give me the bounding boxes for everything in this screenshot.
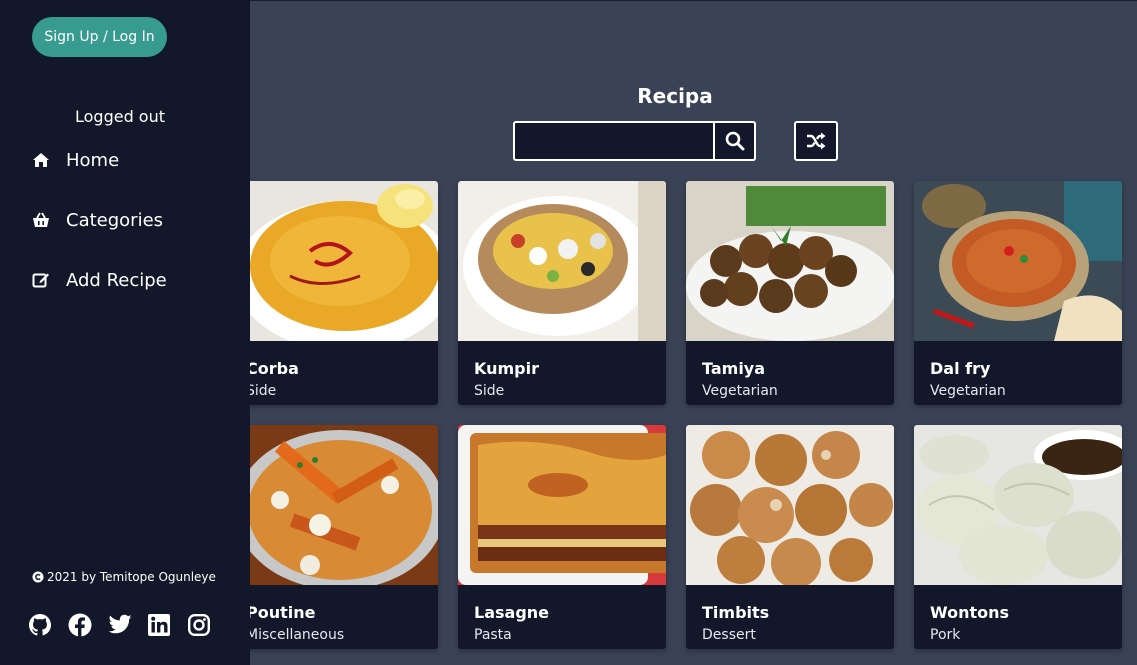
home-icon [32,151,50,169]
linkedin-icon [148,614,170,636]
recipe-image [230,425,438,585]
recipe-category: Miscellaneous [246,627,345,643]
credit-text: 2021 by Temitope Ogunleye [47,570,216,584]
recipe-card[interactable]: Lasagne Pasta [458,425,666,649]
auth-status: Logged out [74,107,166,126]
recipe-category: Vegetarian [930,383,1006,399]
recipe-category: Dessert [702,627,756,643]
basket-icon [32,211,50,229]
facebook-icon [68,613,92,637]
recipe-category: Side [474,383,505,399]
recipe-category: Side [246,383,277,399]
recipe-card[interactable]: Corba Side [230,181,438,405]
shuffle-icon [807,132,826,150]
twitter-icon [108,614,132,634]
facebook-link[interactable] [68,612,108,638]
footer-credit: 2021 by Temitope Ogunleye [32,570,216,584]
recipe-card[interactable]: Wontons Pork [914,425,1122,649]
recipe-image [230,181,438,341]
twitter-link[interactable] [108,612,148,638]
recipe-image [458,181,666,341]
sidebar-item-add-recipe[interactable]: Add Recipe [32,265,232,295]
linkedin-link[interactable] [148,612,188,638]
social-links [28,612,228,638]
recipe-name: Kumpir [474,359,540,378]
search-bar [513,121,756,161]
github-link[interactable] [28,612,68,638]
recipe-name: Poutine [246,603,316,622]
random-recipe-button[interactable] [794,121,838,161]
recipe-image [686,181,894,341]
recipe-card[interactable]: Timbits Dessert [686,425,894,649]
recipe-name: Wontons [930,603,1010,622]
search-icon [725,131,744,151]
recipe-image [914,425,1122,585]
recipe-name: Dal fry [930,359,991,378]
recipe-category: Pasta [474,627,512,643]
recipe-name: Timbits [702,603,770,622]
recipe-image [686,425,894,585]
recipe-image [914,181,1122,341]
recipe-category: Pork [930,627,961,643]
recipe-card[interactable]: Dal fry Vegetarian [914,181,1122,405]
sidebar-item-label: Home [66,149,120,171]
sidebar: Sign Up / Log In Logged out Home Categor… [0,0,250,665]
sidebar-item-label: Add Recipe [66,269,167,291]
recipe-name: Lasagne [474,603,550,622]
recipe-card[interactable]: Tamiya Vegetarian [686,181,894,405]
recipe-card[interactable]: Poutine Miscellaneous [230,425,438,649]
github-icon [29,614,51,636]
edit-icon [32,271,50,289]
sidebar-item-categories[interactable]: Categories [32,205,232,235]
search-button[interactable] [713,121,756,161]
recipe-name: Tamiya [702,359,766,378]
sidebar-item-label: Categories [66,209,164,231]
app-title: Recipa [637,84,713,108]
recipe-card[interactable]: Kumpir Side [458,181,666,405]
instagram-icon [188,614,210,636]
instagram-link[interactable] [188,612,228,638]
recipe-name: Corba [246,359,299,378]
recipe-category: Vegetarian [702,383,778,399]
copyright-icon [32,571,44,583]
signup-login-button[interactable]: Sign Up / Log In [32,17,167,57]
sidebar-item-home[interactable]: Home [32,145,232,175]
recipe-image [458,425,666,585]
